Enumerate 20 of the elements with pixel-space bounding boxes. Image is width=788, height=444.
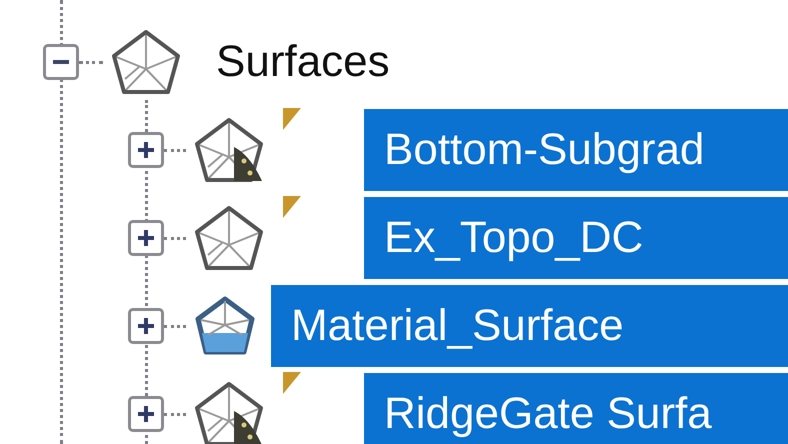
surface-item[interactable]: Ex_Topo_DC bbox=[364, 197, 788, 279]
surface-icon bbox=[111, 29, 181, 95]
plus-icon bbox=[136, 140, 156, 160]
surface-item[interactable]: Bottom-Subgrad bbox=[364, 109, 788, 191]
surface-item[interactable]: Material_Surface bbox=[271, 285, 788, 367]
material-surface-icon bbox=[194, 295, 256, 357]
surface-item[interactable]: RidgeGate Surfa bbox=[364, 373, 788, 444]
surface-road-icon bbox=[194, 381, 264, 444]
expand-button[interactable] bbox=[128, 308, 164, 344]
plus-icon bbox=[136, 316, 156, 336]
plus-icon bbox=[136, 228, 156, 248]
minus-icon bbox=[53, 60, 69, 64]
plus-icon bbox=[136, 404, 156, 424]
expand-button[interactable] bbox=[128, 396, 164, 432]
surface-road-icon bbox=[194, 117, 264, 183]
collapse-button[interactable] bbox=[43, 44, 79, 80]
surface-icon bbox=[194, 205, 264, 271]
expand-button[interactable] bbox=[128, 220, 164, 256]
expand-button[interactable] bbox=[128, 132, 164, 168]
surface-item[interactable]: Surfaces bbox=[216, 21, 390, 103]
